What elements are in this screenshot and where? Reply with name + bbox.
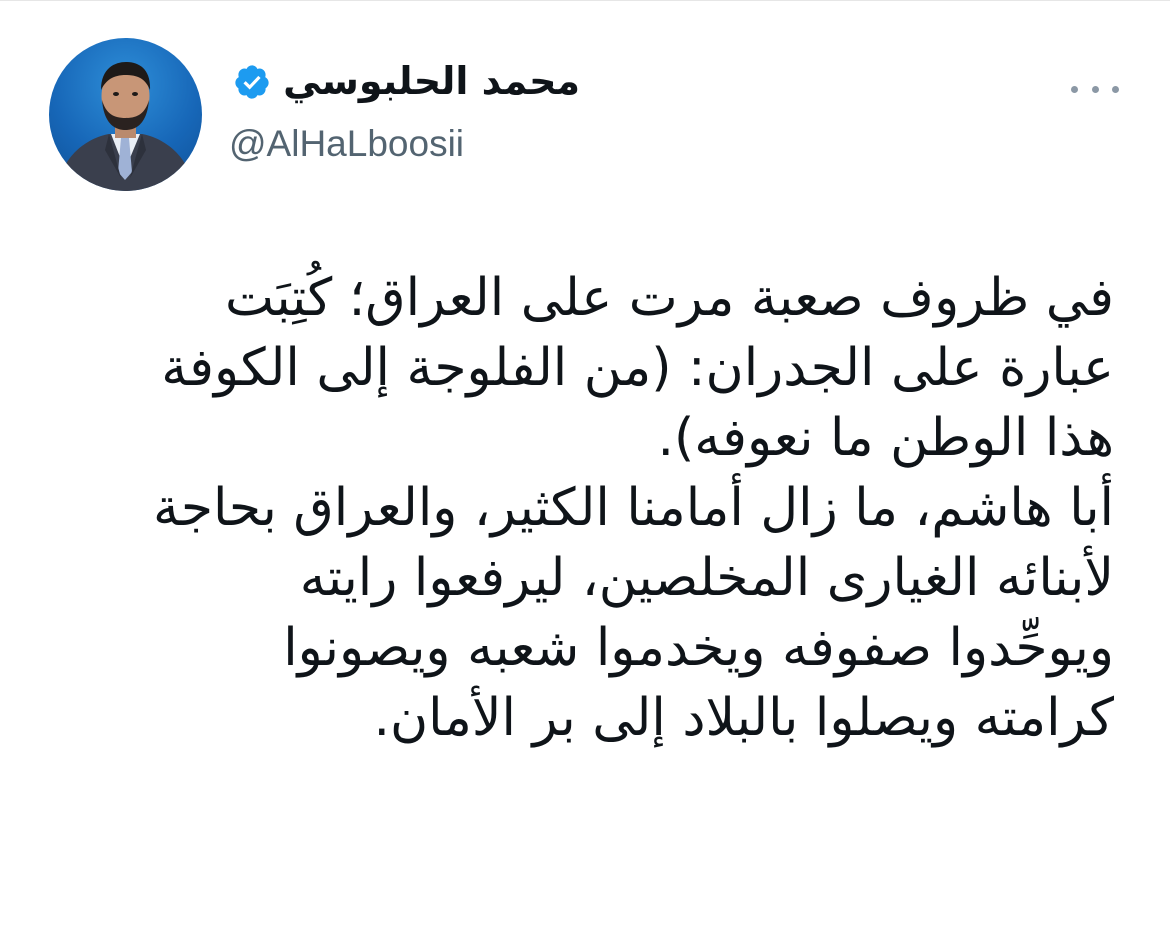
tweet-text-line: عبارة على الجدران: (من الفلوجة إلى الكوف… bbox=[161, 338, 1114, 398]
more-options-button[interactable] bbox=[1071, 79, 1119, 99]
tweet-text-line: في ظروف صعبة مرت على العراق؛ كُتِبَت bbox=[225, 268, 1114, 328]
tweet-text-line: ويوحِّدوا صفوفه ويخدموا شعبه ويصونوا bbox=[283, 618, 1114, 678]
tweet-text-line: لأبنائه الغيارى المخلصين، ليرفعوا رايته bbox=[299, 548, 1114, 608]
more-dot bbox=[1091, 85, 1099, 93]
tweet-text-line: أبا هاشم، ما زال أمامنا الكثير، والعراق … bbox=[152, 478, 1114, 538]
avatar-portrait bbox=[57, 62, 194, 191]
author-display-name: محمد الحلبوسي bbox=[283, 59, 580, 103]
tweet-text-line: كرامته ويصلوا بالبلاد إلى بر الأمان. bbox=[373, 688, 1114, 748]
tweet-text-line: هذا الوطن ما نعوفه). bbox=[657, 408, 1114, 468]
tweet-card: محمد الحلبوسي @AlHaLboosii في ظروف صعبة … bbox=[0, 0, 1170, 950]
author-handle[interactable]: @AlHaLboosii bbox=[229, 122, 464, 166]
more-dot bbox=[1112, 85, 1119, 93]
verified-badge-icon bbox=[235, 65, 269, 99]
author-name-row[interactable]: محمد الحلبوسي bbox=[233, 59, 580, 103]
tweet-text: في ظروف صعبة مرت على العراق؛ كُتِبَت عبا… bbox=[54, 263, 1114, 753]
avatar[interactable] bbox=[49, 38, 202, 191]
more-horizontal-icon bbox=[1071, 85, 1078, 93]
